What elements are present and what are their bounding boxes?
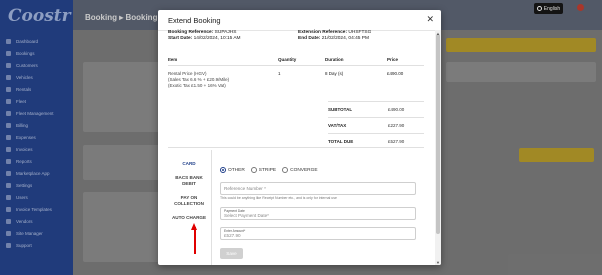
table-row: Rental Price (HGV) (Sales Tax 6.6 % + £2…: [168, 65, 424, 89]
amount-value: £527.90: [224, 233, 241, 238]
scroll-up-icon[interactable]: ▲: [436, 31, 440, 36]
payment-date-placeholder: Select Payment Date*: [224, 213, 269, 218]
tab-auto-charge[interactable]: AUTO CHARGE: [168, 215, 210, 221]
vat-label: VAT/TAX: [328, 123, 347, 128]
total-label: TOTAL DUE: [328, 139, 354, 144]
reference-number-placeholder: Reference Number *: [224, 186, 266, 191]
save-button[interactable]: Save: [220, 248, 243, 259]
start-date: Start Date: 14/02/2024, 10:15 AM: [168, 36, 241, 41]
payment-date-field[interactable]: Payment Date Select Payment Date*: [220, 207, 416, 220]
item-line: (Exotic Tax £1.50 + 16% Vat): [168, 82, 226, 88]
subtotal-label: SUBTOTAL: [328, 107, 353, 112]
tab-card[interactable]: CARD: [168, 161, 210, 167]
radio-converge[interactable]: CONVERGE: [282, 167, 318, 173]
annotation-arrow: [194, 227, 196, 254]
duration-cell: 8 Day (s): [325, 70, 344, 76]
payment-date-label: Payment Date: [224, 209, 245, 213]
vat-value: £227.90: [388, 123, 405, 128]
scrollbar-thumb[interactable]: [436, 34, 440, 234]
column-header: Quantity: [278, 55, 325, 66]
radio-icon: [250, 167, 257, 173]
quantity-cell: 1: [278, 70, 281, 76]
close-icon[interactable]: ✕: [426, 14, 434, 25]
tab-pay-on-collection[interactable]: PAY ON COLLECTION: [168, 195, 210, 207]
extension-reference: Extension Reference: UHSFTSG: [298, 30, 372, 35]
amount-field[interactable]: Enter Amount* £527.90: [220, 227, 416, 240]
divider: [168, 147, 424, 148]
column-header: Duration: [325, 55, 387, 66]
reference-hint: This could be anything like Receipt Numb…: [220, 196, 337, 200]
modal-title: Extend Booking: [168, 16, 221, 25]
payment-method-tabs: CARD BACS BANK DEBIT PAY ON COLLECTION A…: [168, 152, 210, 229]
subtotal-value: £490.00: [388, 107, 405, 112]
radio-icon: [282, 167, 289, 173]
scroll-down-icon[interactable]: ▼: [436, 260, 440, 265]
item-cell: Rental Price (HGV) (Sales Tax 6.6 % + £2…: [168, 65, 278, 89]
tab-bacs-bank-debit[interactable]: BACS BANK DEBIT: [168, 175, 210, 187]
modal-body[interactable]: Item Quantity Duration Price Rental Pric…: [158, 47, 435, 265]
total-value: £527.90: [388, 139, 405, 144]
items-table: Item Quantity Duration Price Rental Pric…: [168, 55, 424, 89]
booking-reference: Booking Reference: SUPAJHS: [168, 30, 237, 35]
radio-checked-icon: [220, 167, 226, 173]
divider: [211, 150, 212, 265]
subtotal-row: SUBTOTAL £490.00: [328, 101, 424, 117]
radio-stripe[interactable]: STRIPE: [250, 167, 276, 173]
amount-label: Enter Amount*: [224, 229, 246, 233]
price-cell: £490.00: [387, 70, 404, 76]
end-date: End Date: 21/02/2024, 04:45 PM: [298, 36, 369, 41]
radio-other[interactable]: OTHER: [220, 167, 245, 173]
column-header: Price: [387, 55, 424, 66]
extend-booking-modal: Extend Booking ✕ Booking Reference: SUPA…: [158, 10, 441, 265]
reference-number-field[interactable]: Reference Number *: [220, 182, 416, 195]
vat-row: VAT/TAX £227.90: [328, 117, 424, 133]
column-header: Item: [168, 55, 278, 66]
payment-provider-group: OTHER STRIPE CONVERGE: [220, 167, 318, 173]
table-header-row: Item Quantity Duration Price: [168, 55, 424, 66]
